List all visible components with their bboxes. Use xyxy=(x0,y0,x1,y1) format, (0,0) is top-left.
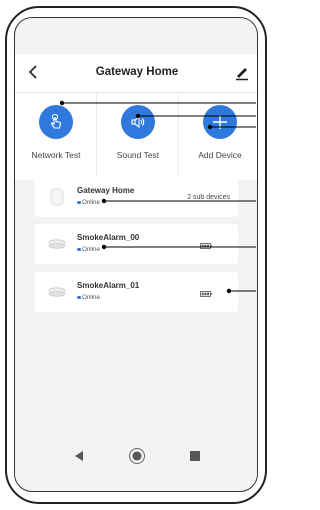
online-status-dot xyxy=(77,295,81,299)
app-header: Gateway Home xyxy=(15,54,257,92)
page-title: Gateway Home xyxy=(95,66,179,78)
plus-icon xyxy=(213,115,227,129)
network-test-button[interactable]: Network Test xyxy=(15,93,97,181)
battery-icon xyxy=(200,243,212,249)
smoke-alarm-icon xyxy=(48,287,66,297)
device-card-gateway[interactable]: Gateway Home Online 2 sub devices xyxy=(35,177,238,217)
online-status-dot xyxy=(77,247,81,251)
device-status: Online xyxy=(82,199,100,206)
phone-screen: Gateway Home Network Test Sound Test Add… xyxy=(14,17,258,492)
device-name: SmokeAlarm_01 xyxy=(77,281,140,290)
device-card-smokealarm-01[interactable]: SmokeAlarm_01 Online xyxy=(35,272,238,312)
smoke-alarm-icon xyxy=(48,239,66,249)
add-device-label: Add Device xyxy=(198,150,242,160)
system-navigation-bar xyxy=(15,436,257,476)
network-test-circle xyxy=(39,105,73,139)
speaker-icon xyxy=(131,115,145,129)
network-test-label: Network Test xyxy=(31,150,81,160)
action-bar: Network Test Sound Test Add Device xyxy=(15,92,257,181)
sub-device-count: 2 sub devices xyxy=(187,194,230,201)
circle-home-icon[interactable] xyxy=(125,444,149,468)
add-device-circle xyxy=(203,105,237,139)
device-name: Gateway Home xyxy=(77,186,135,195)
sound-test-label: Sound Test xyxy=(116,150,160,160)
battery-icon xyxy=(200,291,212,297)
device-status: Online xyxy=(82,294,100,301)
triangle-back-icon[interactable] xyxy=(67,444,91,468)
online-status-dot xyxy=(77,200,81,204)
gateway-icon xyxy=(50,188,64,206)
pencil-icon[interactable] xyxy=(233,63,251,81)
sound-test-button[interactable]: Sound Test xyxy=(97,93,179,181)
square-recent-icon[interactable] xyxy=(183,444,207,468)
add-device-button[interactable]: Add Device xyxy=(179,93,257,181)
hand-touch-icon xyxy=(50,113,62,129)
sound-test-circle xyxy=(121,105,155,139)
device-name: SmokeAlarm_00 xyxy=(77,233,140,242)
device-status: Online xyxy=(82,246,100,253)
device-card-smokealarm-00[interactable]: SmokeAlarm_00 Online xyxy=(35,224,238,264)
